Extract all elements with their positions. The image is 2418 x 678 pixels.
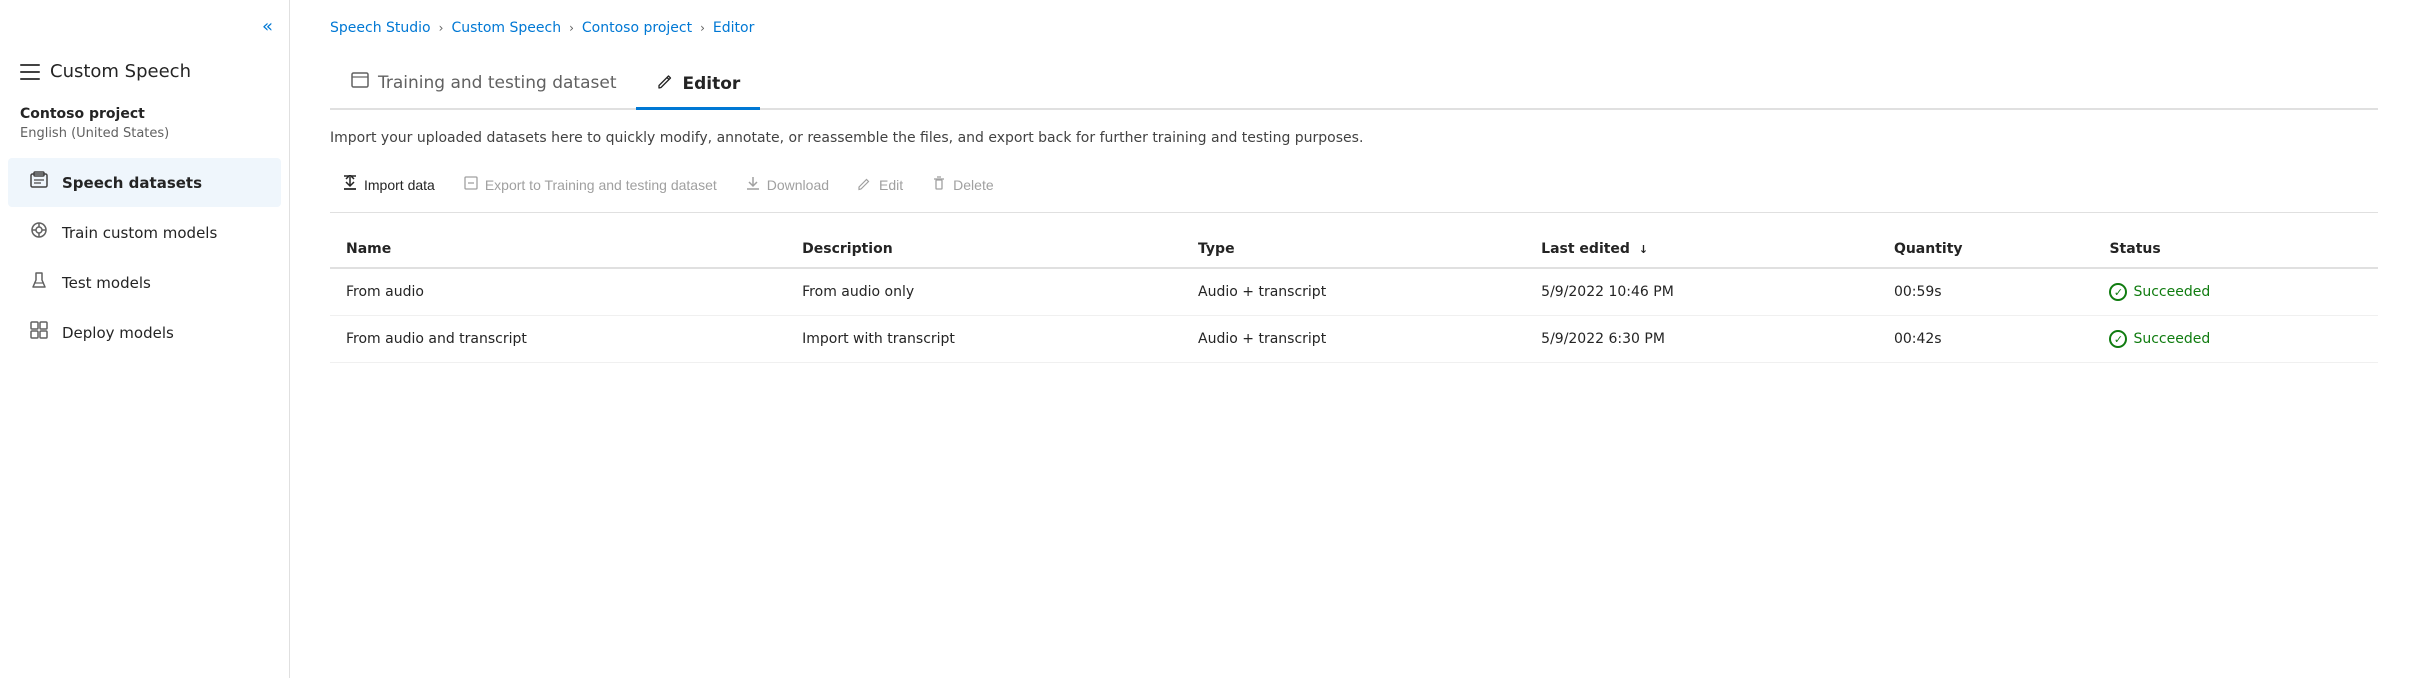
row1-status-badge: ✓ Succeeded [2109,283,2362,301]
sidebar-item-speech-datasets[interactable]: Speech datasets [8,158,281,207]
sidebar-collapse-button[interactable]: « [0,16,289,53]
import-icon [342,175,358,194]
sidebar-title-text: Custom Speech [50,61,191,82]
download-label: Download [767,177,829,193]
breadcrumb-sep-1: › [439,21,444,35]
breadcrumb-speech-studio[interactable]: Speech Studio [330,20,431,36]
breadcrumb-sep-2: › [569,21,574,35]
col-header-type: Type [1182,231,1525,268]
col-header-quantity: Quantity [1878,231,2094,268]
toolbar: Import data Export to Training and testi… [330,169,2378,213]
import-data-label: Import data [364,177,435,193]
delete-label: Delete [953,177,993,193]
row2-type: Audio + transcript [1182,316,1525,363]
sidebar-item-test-models[interactable]: Test models [8,258,281,307]
col-header-last-edited[interactable]: Last edited ↓ [1525,231,1878,268]
col-header-name: Name [330,231,786,268]
sidebar-item-test-models-label: Test models [62,274,151,292]
breadcrumb-contoso-project[interactable]: Contoso project [582,20,692,36]
sidebar-item-train-custom-models[interactable]: Train custom models [8,208,281,257]
edit-label: Edit [879,177,903,193]
export-label: Export to Training and testing dataset [485,177,717,193]
row1-status: ✓ Succeeded [2093,268,2378,316]
test-models-icon [28,270,50,295]
col-header-description: Description [786,231,1182,268]
row2-name[interactable]: From audio and transcript [330,316,786,363]
table-row: From audio and transcript Import with tr… [330,316,2378,363]
edit-button[interactable]: Edit [845,169,915,200]
tabs-row: Training and testing dataset Editor [330,60,2378,110]
row2-status: ✓ Succeeded [2093,316,2378,363]
import-data-button[interactable]: Import data [330,169,447,200]
sidebar: « Custom Speech Contoso project English … [0,0,290,678]
row1-succeeded-icon: ✓ [2109,283,2127,301]
breadcrumb-editor[interactable]: Editor [713,20,754,36]
row1-description: From audio only [786,268,1182,316]
editor-tab-icon [656,72,674,95]
download-icon [745,175,761,194]
train-models-icon [28,220,50,245]
download-button[interactable]: Download [733,169,841,200]
main-content: Speech Studio › Custom Speech › Contoso … [290,0,2418,678]
breadcrumb: Speech Studio › Custom Speech › Contoso … [330,20,2378,36]
row1-last-edited: 5/9/2022 10:46 PM [1525,268,1878,316]
speech-datasets-icon [28,170,50,195]
row2-description: Import with transcript [786,316,1182,363]
project-language: English (United States) [0,124,289,157]
row2-quantity: 00:42s [1878,316,2094,363]
delete-button[interactable]: Delete [919,169,1005,200]
sidebar-item-speech-datasets-label: Speech datasets [62,174,202,192]
page-description: Import your uploaded datasets here to qu… [330,128,2378,149]
export-icon [463,175,479,194]
sidebar-item-deploy-models[interactable]: Deploy models [8,308,281,357]
row1-type: Audio + transcript [1182,268,1525,316]
deploy-models-icon [28,320,50,345]
sidebar-nav: Speech datasets Train custom models [0,157,289,358]
data-table: Name Description Type Last edited ↓ Quan… [330,231,2378,363]
col-header-status: Status [2093,231,2378,268]
sidebar-item-deploy-models-label: Deploy models [62,324,174,342]
row2-status-badge: ✓ Succeeded [2109,330,2362,348]
hamburger-icon [20,64,40,80]
project-name: Contoso project [0,98,289,124]
breadcrumb-custom-speech[interactable]: Custom Speech [451,20,561,36]
edit-icon [857,175,873,194]
delete-icon [931,175,947,194]
tab-training-testing-label: Training and testing dataset [378,73,616,93]
tab-training-testing-dataset[interactable]: Training and testing dataset [330,60,636,110]
row2-succeeded-icon: ✓ [2109,330,2127,348]
tab-editor-label: Editor [682,74,740,94]
breadcrumb-sep-3: › [700,21,705,35]
row2-last-edited: 5/9/2022 6:30 PM [1525,316,1878,363]
row1-quantity: 00:59s [1878,268,2094,316]
dataset-tab-icon [350,70,370,95]
sort-icon: ↓ [1639,243,1648,256]
collapse-icon: « [262,16,273,37]
sidebar-item-train-models-label: Train custom models [62,224,217,242]
row1-name[interactable]: From audio [330,268,786,316]
sidebar-title: Custom Speech [0,53,289,98]
tab-editor[interactable]: Editor [636,62,760,110]
export-button[interactable]: Export to Training and testing dataset [451,169,729,200]
table-row: From audio From audio only Audio + trans… [330,268,2378,316]
